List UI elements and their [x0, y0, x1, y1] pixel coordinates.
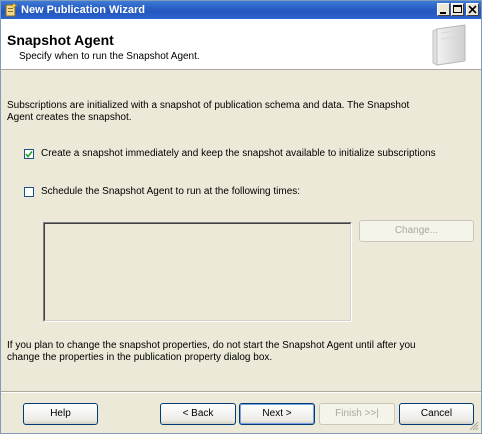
checkmark-icon [25, 151, 33, 158]
intro-text-line2: Agent creates the snapshot. [7, 112, 132, 123]
wizard-header: Snapshot Agent Specify when to run the S… [1, 19, 481, 70]
note-text-line2: change the properties in the publication… [7, 352, 273, 363]
schedule-agent-label[interactable]: Schedule the Snapshot Agent to run at th… [41, 186, 300, 198]
help-button[interactable]: Help [23, 403, 98, 425]
maximize-button[interactable] [451, 3, 464, 16]
title-bar[interactable]: New Publication Wizard [1, 1, 481, 19]
schedule-description-box [43, 222, 352, 322]
schedule-agent-checkbox[interactable] [24, 187, 34, 197]
create-snapshot-label[interactable]: Create a snapshot immediately and keep t… [41, 148, 436, 160]
create-snapshot-checkbox[interactable] [24, 149, 34, 159]
window-title: New Publication Wizard [21, 4, 145, 16]
resize-grip-icon[interactable] [469, 421, 479, 431]
wizard-banner-icon [432, 24, 466, 66]
schedule-description-inner [44, 223, 351, 321]
back-button[interactable]: < Back [160, 403, 236, 425]
page-subtitle: Specify when to run the Snapshot Agent. [19, 51, 200, 62]
minimize-button[interactable] [437, 3, 450, 16]
minimize-icon [440, 12, 446, 14]
close-icon [468, 5, 477, 14]
wizard-app-icon [5, 2, 18, 17]
page-title: Snapshot Agent [7, 32, 114, 48]
finish-button[interactable]: Finish >>| [319, 403, 395, 425]
close-button[interactable] [466, 3, 479, 16]
maximize-icon [453, 5, 462, 13]
intro-text-line1: Subscriptions are initialized with a sna… [7, 100, 410, 111]
cancel-button[interactable]: Cancel [399, 403, 474, 425]
wizard-window: New Publication Wizard Snapshot Agent Sp… [0, 0, 482, 434]
change-schedule-button[interactable]: Change... [359, 220, 474, 242]
footer-separator [1, 391, 481, 393]
next-button[interactable]: Next > [239, 403, 315, 425]
note-text-line1: If you plan to change the snapshot prope… [7, 340, 416, 351]
